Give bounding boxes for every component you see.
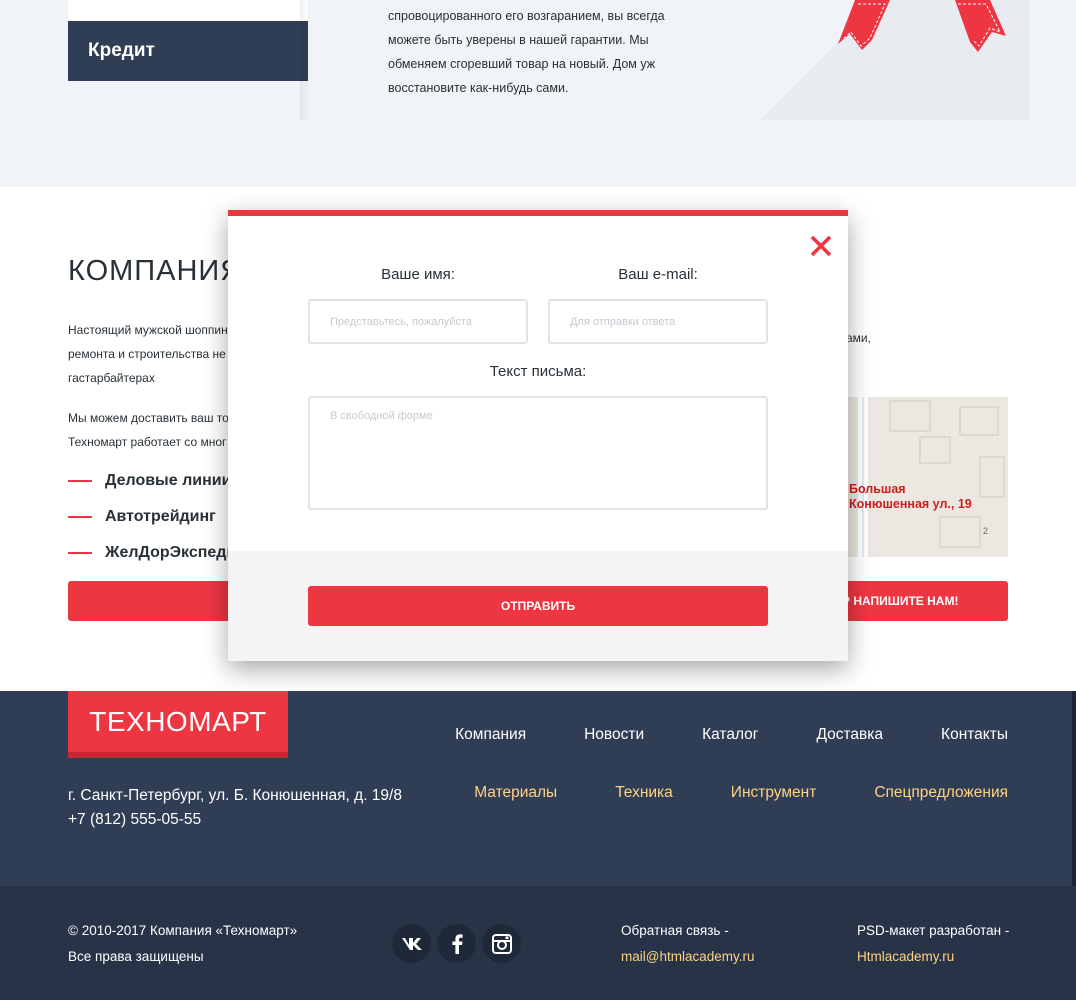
partner-name: Автотрейдинг [105,508,216,525]
psd-credit-block: PSD-макет разработан - Htmlacademy.ru [857,918,1009,970]
submit-button[interactable]: ОТПРАВИТЬ [308,586,768,626]
guarantee-section: Кредит спровоцированного его возгаранием… [0,0,1076,187]
nav-link-offers[interactable]: Спецпредложения [874,784,1008,802]
nav-link-tools[interactable]: Инструмент [731,784,817,802]
name-label: Ваше имя: [381,266,455,283]
map-label-line: Конюшенная ул., 19 [849,497,972,511]
nav-link-catalog[interactable]: Каталог [702,726,758,744]
footer-bottom: © 2010-2017 Компания «Техномарт» Все пра… [0,886,1076,1000]
map-label-line: Большая [849,482,906,496]
guarantee-line: восстановите как-нибудь сами. [388,81,569,95]
message-label: Текст письма: [489,363,587,380]
dash-icon [68,552,92,554]
nav-link-contacts[interactable]: Контакты [941,726,1008,744]
phone-line: +7 (812) 555-05-55 [68,811,202,828]
social-links [392,924,521,963]
map-house-number: 2 [983,526,988,536]
copyright-line: Все права защищены [68,949,204,964]
email-label: Ваш e-mail: [618,266,698,283]
address-line: г. Санкт-Петербург, ул. Б. Конюшенная, д… [68,787,402,804]
scrollbar[interactable] [1072,691,1076,886]
partner-item: Деловые линии [68,469,231,493]
feedback-label: Обратная связь - [621,923,729,938]
guarantee-text: спровоцированного его возгаранием, вы вс… [388,4,678,100]
nav-link-materials[interactable]: Материалы [474,784,557,802]
facebook-icon[interactable] [437,924,476,963]
close-icon[interactable] [809,234,833,258]
footer-catalog-nav: Материалы Техника Инструмент Спецпредлож… [474,784,1008,802]
message-textarea[interactable] [308,396,768,510]
modal-footer: ОТПРАВИТЬ [228,551,848,661]
dash-icon [68,516,92,518]
nav-link-delivery[interactable]: Доставка [816,726,883,744]
partner-item: Автотрейдинг [68,505,216,529]
copyright-line: © 2010-2017 Компания «Техномарт» [68,923,298,938]
nav-link-news[interactable]: Новости [584,726,644,744]
write-us-label: Р НАПИШИТЕ НАМ! [842,594,959,608]
vk-icon[interactable] [392,924,431,963]
delivery-text-line: Техномарт работает со мног [68,435,227,449]
company-text-line: Настоящий мужской шоппин [68,323,228,337]
feedback-block: Обратная связь - mail@htmlacademy.ru [621,918,755,970]
guarantee-line: можете быть уверены в нашей гарантии. Мы [388,33,649,47]
tab-shadow [300,0,310,120]
name-input[interactable] [308,299,528,344]
tab-credit-label: Кредит [88,40,155,61]
guarantee-ribbon-icon [760,0,1030,120]
nav-link-company[interactable]: Компания [455,726,526,744]
feedback-modal: Ваше имя: Ваш e-mail: Текст письма: ОТПР… [228,210,848,661]
write-us-button[interactable]: Р НАПИШИТЕ НАМ! [820,581,1008,621]
map-address-label: Большая Конюшенная ул., 19 [849,482,972,512]
tab-credit[interactable]: Кредит [68,21,308,81]
partner-name: Деловые линии [105,472,232,489]
delivery-text-line: Мы можем доставить ваш то [68,411,229,425]
location-map[interactable]: 2 Большая Конюшенная ул., 19 [820,397,1008,557]
nav-link-tech[interactable]: Техника [615,784,673,802]
instagram-icon[interactable] [482,924,521,963]
tab-inactive[interactable] [68,0,308,21]
footer-logo[interactable]: ТЕХНОМАРТ [68,691,288,758]
copyright: © 2010-2017 Компания «Техномарт» Все пра… [68,918,297,970]
logo-text: ТЕХНОМАРТ [89,706,267,737]
map-streets: 2 [820,397,1008,557]
partner-name: ЖелДорЭкспеди [105,544,237,561]
dash-icon [68,480,92,482]
partner-item: ЖелДорЭкспеди [68,541,236,565]
guarantee-line: обменяем сгоревший товар на новый. Дом у… [388,57,656,71]
guarantee-line: спровоцированного его возгаранием, вы вс… [388,9,665,23]
email-input[interactable] [548,299,768,344]
feedback-email-link[interactable]: mail@htmlacademy.ru [621,949,755,964]
footer-address: г. Санкт-Петербург, ул. Б. Конюшенная, д… [68,784,402,832]
company-text-line: ремонта и строительства не [68,347,226,361]
footer-main-nav: Компания Новости Каталог Доставка Контак… [455,726,1008,744]
company-text-line: гастарбайтерах [68,371,155,385]
psd-label: PSD-макет разработан - [857,923,1010,938]
psd-author-link[interactable]: Htmlacademy.ru [857,949,954,964]
